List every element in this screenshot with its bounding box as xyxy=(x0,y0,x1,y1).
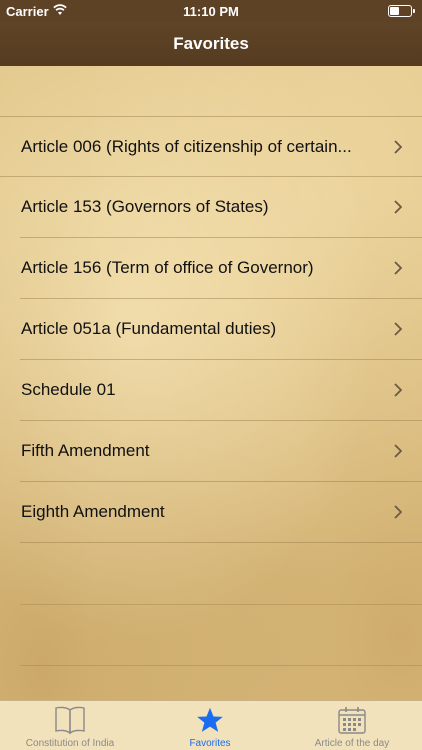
calendar-icon xyxy=(338,707,366,734)
list-item[interactable]: Article 006 (Rights of citizenship of ce… xyxy=(0,116,422,177)
list-item-label: Eighth Amendment xyxy=(21,502,165,521)
tab-label: Constitution of India xyxy=(25,738,115,749)
book-icon xyxy=(55,706,85,735)
list-item-label: Article 153 (Governors of States) xyxy=(21,197,269,216)
list-item[interactable]: Fifth Amendment xyxy=(20,421,422,482)
list-item-label: Article 156 (Term of office of Governor) xyxy=(21,258,314,277)
tab-bar: Constitution of India Favorites Article … xyxy=(0,700,422,750)
list-item[interactable]: Article 153 (Governors of States) xyxy=(20,177,422,238)
row-separator xyxy=(20,604,422,605)
clock: 11:10 PM xyxy=(183,4,239,19)
list-item-label: Article 051a (Fundamental duties) xyxy=(21,319,277,338)
navigation-bar: Favorites xyxy=(0,22,422,66)
list-item[interactable]: Article 156 (Term of office of Governor) xyxy=(20,238,422,299)
row-separator xyxy=(20,665,422,666)
list-item-label: Schedule 01 xyxy=(21,380,116,399)
star-icon xyxy=(197,707,223,732)
tab-label: Article of the day xyxy=(314,738,390,749)
list-item[interactable]: Schedule 01 xyxy=(20,360,422,421)
list-item[interactable]: Article 051a (Fundamental duties) xyxy=(20,299,422,360)
tab-favorites[interactable]: Favorites xyxy=(140,701,280,750)
chevron-right-icon xyxy=(394,322,402,336)
chevron-right-icon xyxy=(394,140,402,154)
favorites-list: Article 006 (Rights of citizenship of ce… xyxy=(0,116,422,543)
tab-label: Favorites xyxy=(189,738,231,749)
chevron-right-icon xyxy=(394,444,402,458)
favorites-list-view[interactable]: Article 006 (Rights of citizenship of ce… xyxy=(0,66,422,700)
tab-constitution-of-india[interactable]: Constitution of India xyxy=(0,701,140,750)
list-item[interactable]: Eighth Amendment xyxy=(20,482,422,543)
chevron-right-icon xyxy=(394,505,402,519)
tab-article-of-the-day[interactable]: Article of the day xyxy=(282,701,422,750)
chevron-right-icon xyxy=(394,383,402,397)
page-title: Favorites xyxy=(173,34,249,53)
battery-icon xyxy=(388,5,415,17)
chevron-right-icon xyxy=(394,261,402,275)
list-item-label: Fifth Amendment xyxy=(21,441,150,460)
list-item-label: Article 006 (Rights of citizenship of ce… xyxy=(21,137,352,156)
status-bar: Carrier 11:10 PM xyxy=(0,0,422,22)
chevron-right-icon xyxy=(394,200,402,214)
